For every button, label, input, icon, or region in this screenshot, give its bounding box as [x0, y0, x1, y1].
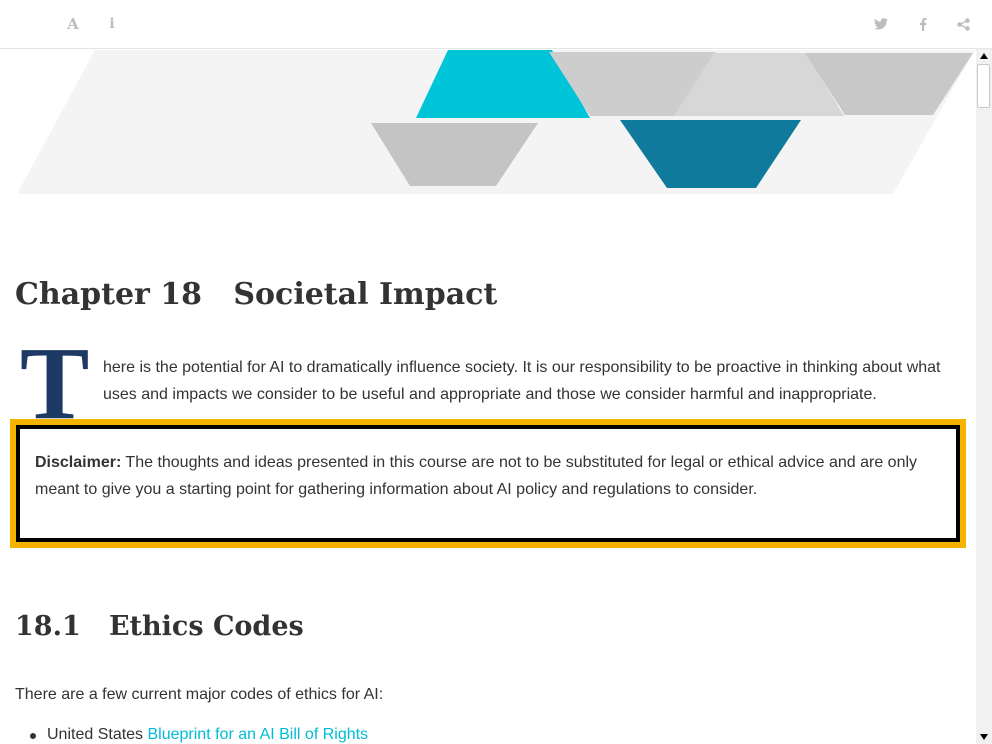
chapter-banner-image [17, 50, 975, 194]
ai-bill-of-rights-link[interactable]: Blueprint for an AI Bill of Rights [148, 726, 369, 743]
share-icon[interactable] [952, 13, 974, 35]
disclaimer-paragraph: Disclaimer: The thoughts and ideas prese… [35, 449, 941, 503]
chapter-title: Chapter 18 Societal Impact [15, 277, 498, 312]
disclaimer-box: Disclaimer: The thoughts and ideas prese… [16, 425, 960, 542]
drop-cap-letter: T [20, 326, 90, 441]
list-item-prefix: United States [47, 726, 148, 743]
facebook-icon[interactable] [912, 13, 934, 35]
section-intro: There are a few current major codes of e… [15, 686, 384, 703]
toolbar: A i [0, 0, 992, 49]
scroll-down-arrow-icon[interactable] [976, 730, 992, 744]
ethics-codes-list: United States Blueprint for an AI Bill o… [30, 725, 368, 744]
scrollbar-thumb[interactable] [977, 64, 990, 108]
scroll-up-arrow-icon[interactable] [976, 49, 992, 63]
facebook-f-shape [920, 17, 927, 31]
bullet-icon [30, 733, 36, 739]
font-settings-icon[interactable]: A [62, 13, 84, 35]
disclaimer-body: The thoughts and ideas presented in this… [35, 454, 918, 498]
twitter-icon[interactable] [870, 13, 892, 35]
disclaimer-label: Disclaimer: [35, 454, 122, 471]
info-icon[interactable]: i [101, 13, 123, 35]
vertical-scrollbar[interactable] [976, 49, 992, 744]
list-item: United States Blueprint for an AI Bill o… [30, 725, 368, 744]
chapter-intro-text: here is the potential for AI to dramatic… [103, 359, 941, 403]
twitter-bird-shape [874, 18, 888, 30]
disclaimer-highlight: Disclaimer: The thoughts and ideas prese… [10, 419, 966, 548]
section-title: 18.1 Ethics Codes [15, 611, 304, 642]
book-content: Chapter 18 Societal Impact T here is the… [0, 49, 976, 744]
share-nodes-shape [956, 17, 970, 31]
font-settings-glyph: A [67, 15, 79, 33]
info-glyph: i [109, 16, 115, 32]
